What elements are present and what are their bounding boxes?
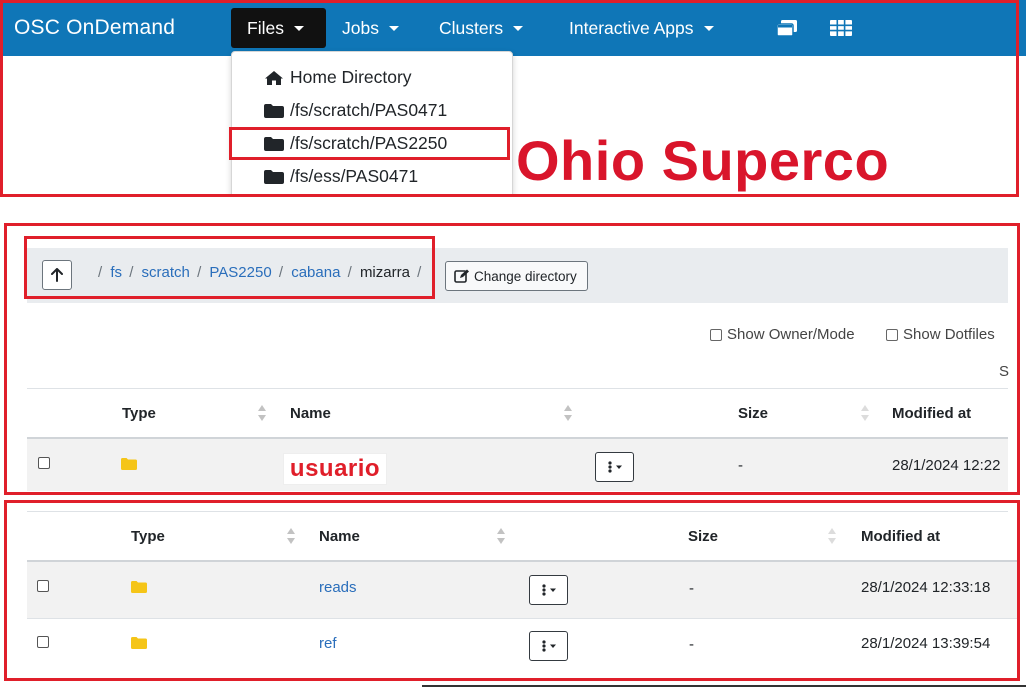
row-checkbox[interactable] — [37, 636, 49, 648]
nav-clusters-menu[interactable]: Clusters — [439, 0, 524, 56]
table-row[interactable] — [27, 439, 1008, 491]
show-dotfiles-checkbox[interactable]: Show Dotfiles — [886, 326, 995, 343]
navbar: OSC OnDemand Files Jobs Clusters Interac… — [0, 0, 1026, 56]
breadcrumb-link-cabana[interactable]: cabana — [291, 264, 340, 281]
ohio-supercomputer-banner: Ohio Superco — [516, 129, 890, 192]
files-dropdown-menu: Home Directory /fs/scratch/PAS0471 /fs/s… — [231, 51, 513, 197]
breadcrumb-link-fs[interactable]: fs — [110, 264, 122, 281]
edit-icon — [454, 269, 469, 283]
dropdown-item-label: /fs/scratch/PAS2250 — [290, 133, 448, 153]
dropdown-item-label: Home Directory — [290, 67, 412, 87]
folder-icon — [264, 103, 284, 118]
kebab-menu-icon — [607, 461, 622, 473]
dropdown-item-scratch-pas0471[interactable]: /fs/scratch/PAS0471 — [264, 100, 447, 121]
caret-down-icon — [703, 25, 714, 31]
breadcrumb-separator: / — [129, 264, 134, 281]
row-size: - — [689, 580, 694, 597]
show-owner-mode-checkbox[interactable]: Show Owner/Mode — [710, 326, 855, 343]
breadcrumb-separator: / — [197, 264, 202, 281]
row-checkbox[interactable] — [37, 580, 49, 592]
checkbox[interactable] — [886, 328, 898, 341]
sort-icon[interactable] — [563, 404, 573, 422]
checkbox[interactable] — [710, 328, 722, 341]
top-screenshot-panel: OSC OnDemand Files Jobs Clusters Interac… — [0, 0, 1026, 197]
row-modified: 28/1/2024 13:39:54 — [861, 635, 991, 652]
kebab-menu-icon — [541, 640, 556, 652]
bottom-edge-line — [422, 685, 1026, 687]
truncated-label: S — [999, 363, 1010, 380]
dropdown-item-ess-pas0471[interactable]: /fs/ess/PAS0471 — [264, 166, 418, 187]
arrow-up-icon — [51, 268, 63, 282]
folder-icon — [121, 458, 137, 470]
show-dotfiles-label: Show Dotfiles — [903, 326, 995, 343]
dropdown-item-label: /fs/ess/PAS0471 — [290, 166, 419, 186]
dropdown-item-scratch-pas2250[interactable]: /fs/scratch/PAS2250 — [264, 133, 447, 154]
file-name-link[interactable]: ref — [319, 635, 337, 652]
column-header-modified[interactable]: Modified at — [861, 528, 940, 545]
row-modified: 28/1/2024 12:22 — [892, 457, 1001, 474]
row-modified: 28/1/2024 12:33:18 — [861, 579, 991, 596]
sort-icon[interactable] — [286, 527, 296, 545]
column-header-modified[interactable]: Modified at — [892, 405, 971, 422]
row-checkbox[interactable] — [38, 457, 50, 469]
brand-logo[interactable]: OSC OnDemand — [14, 16, 175, 40]
nav-jobs-menu[interactable]: Jobs — [342, 0, 399, 56]
breadcrumb: / fs / scratch / PAS2250 / cabana / miza… — [95, 264, 425, 281]
dropdown-item-label: /fs/scratch/PAS0471 — [290, 100, 448, 120]
nav-interactive-apps-label: Interactive Apps — [569, 17, 694, 38]
change-directory-label: Change directory — [474, 268, 577, 284]
parent-directory-button[interactable] — [42, 260, 72, 290]
column-header-name[interactable]: Name — [319, 528, 360, 545]
breadcrumb-separator: / — [278, 264, 284, 281]
home-icon — [265, 70, 283, 85]
row-size: - — [738, 457, 743, 474]
breadcrumb-current: mizarra — [359, 264, 410, 281]
column-header-type[interactable]: Type — [122, 405, 156, 422]
nav-files-menu[interactable]: Files — [231, 8, 326, 48]
table-divider — [27, 511, 1008, 512]
sort-icon[interactable] — [860, 404, 870, 422]
column-header-name[interactable]: Name — [290, 405, 331, 422]
folder-icon — [264, 136, 284, 151]
table-divider — [27, 388, 1008, 389]
windows-icon[interactable] — [776, 19, 798, 42]
sort-icon[interactable] — [257, 404, 267, 422]
caret-down-icon — [513, 25, 524, 31]
column-header-size[interactable]: Size — [688, 528, 718, 545]
nav-clusters-label: Clusters — [439, 17, 504, 38]
show-owner-mode-label: Show Owner/Mode — [727, 326, 855, 343]
breadcrumb-link-pas2250[interactable]: PAS2250 — [209, 264, 271, 281]
sort-icon[interactable] — [496, 527, 506, 545]
folder-icon — [131, 581, 147, 593]
breadcrumb-link-scratch[interactable]: scratch — [142, 264, 190, 281]
apps-grid-icon[interactable] — [830, 20, 852, 41]
column-header-size[interactable]: Size — [738, 405, 768, 422]
folder-icon — [264, 169, 284, 184]
caret-down-icon — [388, 25, 399, 31]
folder-icon — [131, 637, 147, 649]
caret-down-icon — [293, 25, 304, 31]
breadcrumb-separator: / — [98, 264, 103, 281]
breadcrumb-separator: / — [347, 264, 352, 281]
file-name-link[interactable]: reads — [319, 579, 357, 596]
nav-interactive-apps-menu[interactable]: Interactive Apps — [569, 0, 714, 56]
row-actions-button[interactable] — [595, 452, 634, 482]
redacted-username-label[interactable]: usuario — [283, 453, 387, 485]
nav-jobs-label: Jobs — [342, 17, 379, 38]
row-actions-button[interactable] — [529, 575, 568, 605]
change-directory-button[interactable]: Change directory — [445, 261, 588, 291]
dropdown-item-home[interactable]: Home Directory — [264, 67, 412, 88]
nav-files-label: Files — [247, 17, 284, 38]
sort-icon[interactable] — [827, 527, 837, 545]
breadcrumb-separator: / — [417, 264, 422, 281]
row-size: - — [689, 636, 694, 653]
row-actions-button[interactable] — [529, 631, 568, 661]
kebab-menu-icon — [541, 584, 556, 596]
column-header-type[interactable]: Type — [131, 528, 165, 545]
